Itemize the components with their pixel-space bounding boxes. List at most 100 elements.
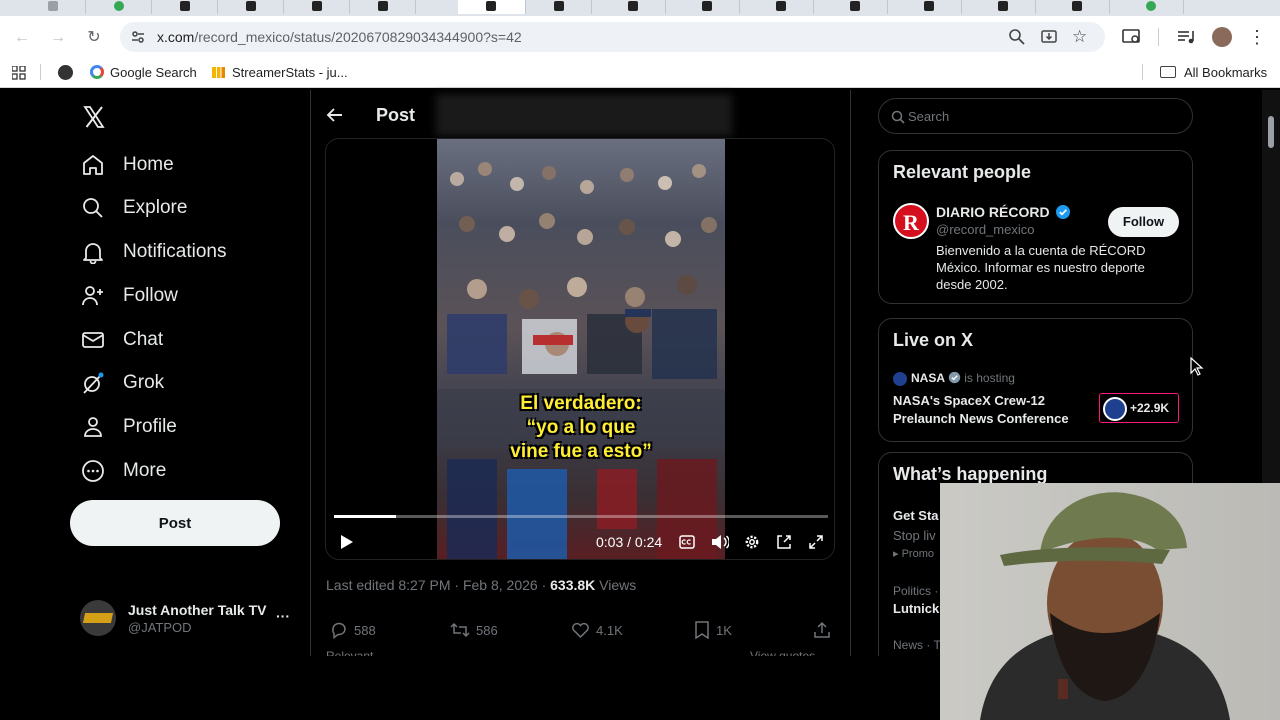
profile-avatar[interactable] bbox=[1212, 27, 1232, 47]
forward-icon[interactable]: → bbox=[48, 28, 68, 48]
share-icon[interactable] bbox=[813, 621, 831, 644]
scrollbar-thumb[interactable] bbox=[1268, 116, 1274, 148]
video-time: 0:03 / 0:24 bbox=[596, 534, 663, 550]
media-controls-icon[interactable] bbox=[1177, 29, 1195, 50]
browser-tab[interactable] bbox=[1118, 0, 1184, 14]
live-host[interactable]: NASA is hosting bbox=[911, 371, 1015, 385]
volume-icon[interactable] bbox=[711, 534, 730, 555]
person-icon bbox=[80, 414, 106, 440]
person-name[interactable]: DIARIO RÉCORD bbox=[936, 204, 1071, 220]
live-host-name: NASA bbox=[911, 371, 945, 385]
back-arrow-icon[interactable] bbox=[326, 106, 344, 129]
browser-tab[interactable] bbox=[748, 0, 814, 14]
search-box[interactable]: Search bbox=[878, 98, 1193, 134]
globe-icon[interactable] bbox=[58, 65, 73, 80]
pip-icon[interactable] bbox=[776, 534, 792, 555]
browser-tab[interactable] bbox=[896, 0, 962, 14]
trend-title[interactable]: Get Sta bbox=[893, 508, 939, 523]
nav-explore[interactable]: Explore bbox=[80, 193, 187, 223]
post-meta: Last edited 8:27 PM · Feb 8, 2026 · 633.… bbox=[326, 577, 636, 593]
all-bookmarks[interactable]: All Bookmarks bbox=[1160, 65, 1267, 80]
live-listeners-pill[interactable]: +22.9K bbox=[1099, 393, 1179, 423]
relevant-label[interactable]: Relevant bbox=[326, 649, 526, 656]
browser-tab[interactable] bbox=[20, 0, 86, 14]
apps-grid-icon[interactable] bbox=[11, 65, 26, 85]
follow-button[interactable]: Follow bbox=[1108, 207, 1179, 237]
fullscreen-icon[interactable] bbox=[808, 534, 824, 555]
settings-gear-icon[interactable] bbox=[744, 534, 760, 555]
browser-tab-active[interactable] bbox=[458, 0, 526, 14]
account-handle: @JATPOD bbox=[128, 620, 192, 635]
browser-tab[interactable] bbox=[526, 0, 592, 14]
browser-tab[interactable] bbox=[674, 0, 740, 14]
nav-more[interactable]: More bbox=[80, 456, 166, 486]
back-icon[interactable]: ← bbox=[12, 28, 32, 48]
browser-tab[interactable] bbox=[152, 0, 218, 14]
happening-title: What’s happening bbox=[893, 464, 1048, 484]
live-listener-count: +22.9K bbox=[1130, 401, 1170, 415]
video-frame: El verdadero: “yo a lo que vine fue a es… bbox=[437, 139, 725, 559]
nasa-avatar bbox=[1103, 397, 1127, 421]
address-bar[interactable]: x.com/record_mexico/status/2020670829034… bbox=[120, 22, 1105, 52]
tab-search-icon[interactable] bbox=[1122, 28, 1142, 51]
trend-category: Politics · bbox=[893, 584, 939, 598]
browser-tab[interactable] bbox=[86, 0, 152, 14]
crowd-scene-image bbox=[437, 162, 725, 559]
browser-tab[interactable] bbox=[284, 0, 350, 14]
browser-tab[interactable] bbox=[1044, 0, 1110, 14]
post-button[interactable]: Post bbox=[70, 500, 280, 546]
bookmark-google-search[interactable]: Google Search bbox=[90, 65, 197, 80]
live-event-title[interactable]: NASA's SpaceX Crew-12 Prelaunch News Con… bbox=[893, 392, 1093, 428]
nav-chat[interactable]: Chat bbox=[80, 325, 163, 355]
install-app-icon[interactable] bbox=[1040, 28, 1058, 51]
url-text[interactable]: x.com/record_mexico/status/2020670829034… bbox=[157, 29, 522, 45]
trend-title[interactable]: Lutnick bbox=[893, 601, 939, 616]
avatar-letter: R bbox=[903, 210, 919, 235]
repost-button[interactable]: 586 bbox=[450, 621, 498, 639]
post-header-title: Post bbox=[376, 105, 416, 125]
play-icon[interactable] bbox=[340, 534, 354, 555]
star-icon[interactable]: ☆ bbox=[1072, 27, 1087, 47]
nav-profile[interactable]: Profile bbox=[80, 412, 177, 442]
bar-chart-icon bbox=[212, 67, 225, 78]
nav-follow[interactable]: Follow bbox=[80, 281, 178, 311]
nav-label: Grok bbox=[123, 372, 165, 393]
browser-tab[interactable] bbox=[600, 0, 666, 14]
nav-home[interactable]: Home bbox=[80, 150, 174, 180]
menu-kebab-icon[interactable]: ⋮ bbox=[1248, 27, 1266, 48]
nav-notifications[interactable]: Notifications bbox=[80, 237, 227, 267]
account-avatar[interactable] bbox=[80, 600, 116, 636]
reply-button[interactable]: 588 bbox=[330, 621, 376, 639]
nasa-logo-icon bbox=[893, 372, 907, 386]
like-button[interactable]: 4.1K bbox=[571, 621, 623, 639]
reload-icon[interactable]: ↻ bbox=[84, 28, 104, 48]
live-title: Live on X bbox=[893, 330, 974, 350]
google-icon bbox=[90, 65, 104, 79]
jat-logo-mark bbox=[82, 613, 114, 623]
nav-grok[interactable]: Grok bbox=[80, 368, 164, 398]
video-progress-track[interactable] bbox=[334, 515, 828, 518]
browser-tab[interactable] bbox=[822, 0, 888, 14]
video-player[interactable]: El verdadero: “yo a lo que vine fue a es… bbox=[325, 138, 835, 560]
tab-strip bbox=[0, 0, 1280, 16]
reply-count: 588 bbox=[354, 622, 376, 638]
home-icon bbox=[80, 152, 106, 178]
site-settings-icon[interactable] bbox=[130, 29, 146, 45]
diario-record-avatar[interactable]: R bbox=[893, 203, 929, 239]
browser-tab[interactable] bbox=[970, 0, 1036, 14]
view-quotes-link[interactable]: View quotes bbox=[750, 649, 840, 656]
browser-tab[interactable] bbox=[218, 0, 284, 14]
video-progress-fill bbox=[334, 515, 396, 518]
browser-tab[interactable] bbox=[350, 0, 416, 14]
account-more-button[interactable]: ··· bbox=[276, 608, 290, 624]
views-label: Views bbox=[595, 577, 637, 593]
nav-label: Follow bbox=[123, 285, 178, 306]
bookmark-streamerstats[interactable]: StreamerStats - ju... bbox=[212, 65, 348, 80]
x-logo-icon[interactable] bbox=[82, 105, 106, 134]
captions-icon[interactable] bbox=[679, 535, 695, 554]
zoom-icon[interactable] bbox=[1008, 28, 1026, 51]
url-path: /record_mexico/status/202067082903434490… bbox=[194, 29, 522, 45]
bottom-band bbox=[0, 656, 940, 720]
bookmark-button[interactable]: 1K bbox=[694, 621, 732, 639]
column-divider bbox=[310, 90, 311, 656]
